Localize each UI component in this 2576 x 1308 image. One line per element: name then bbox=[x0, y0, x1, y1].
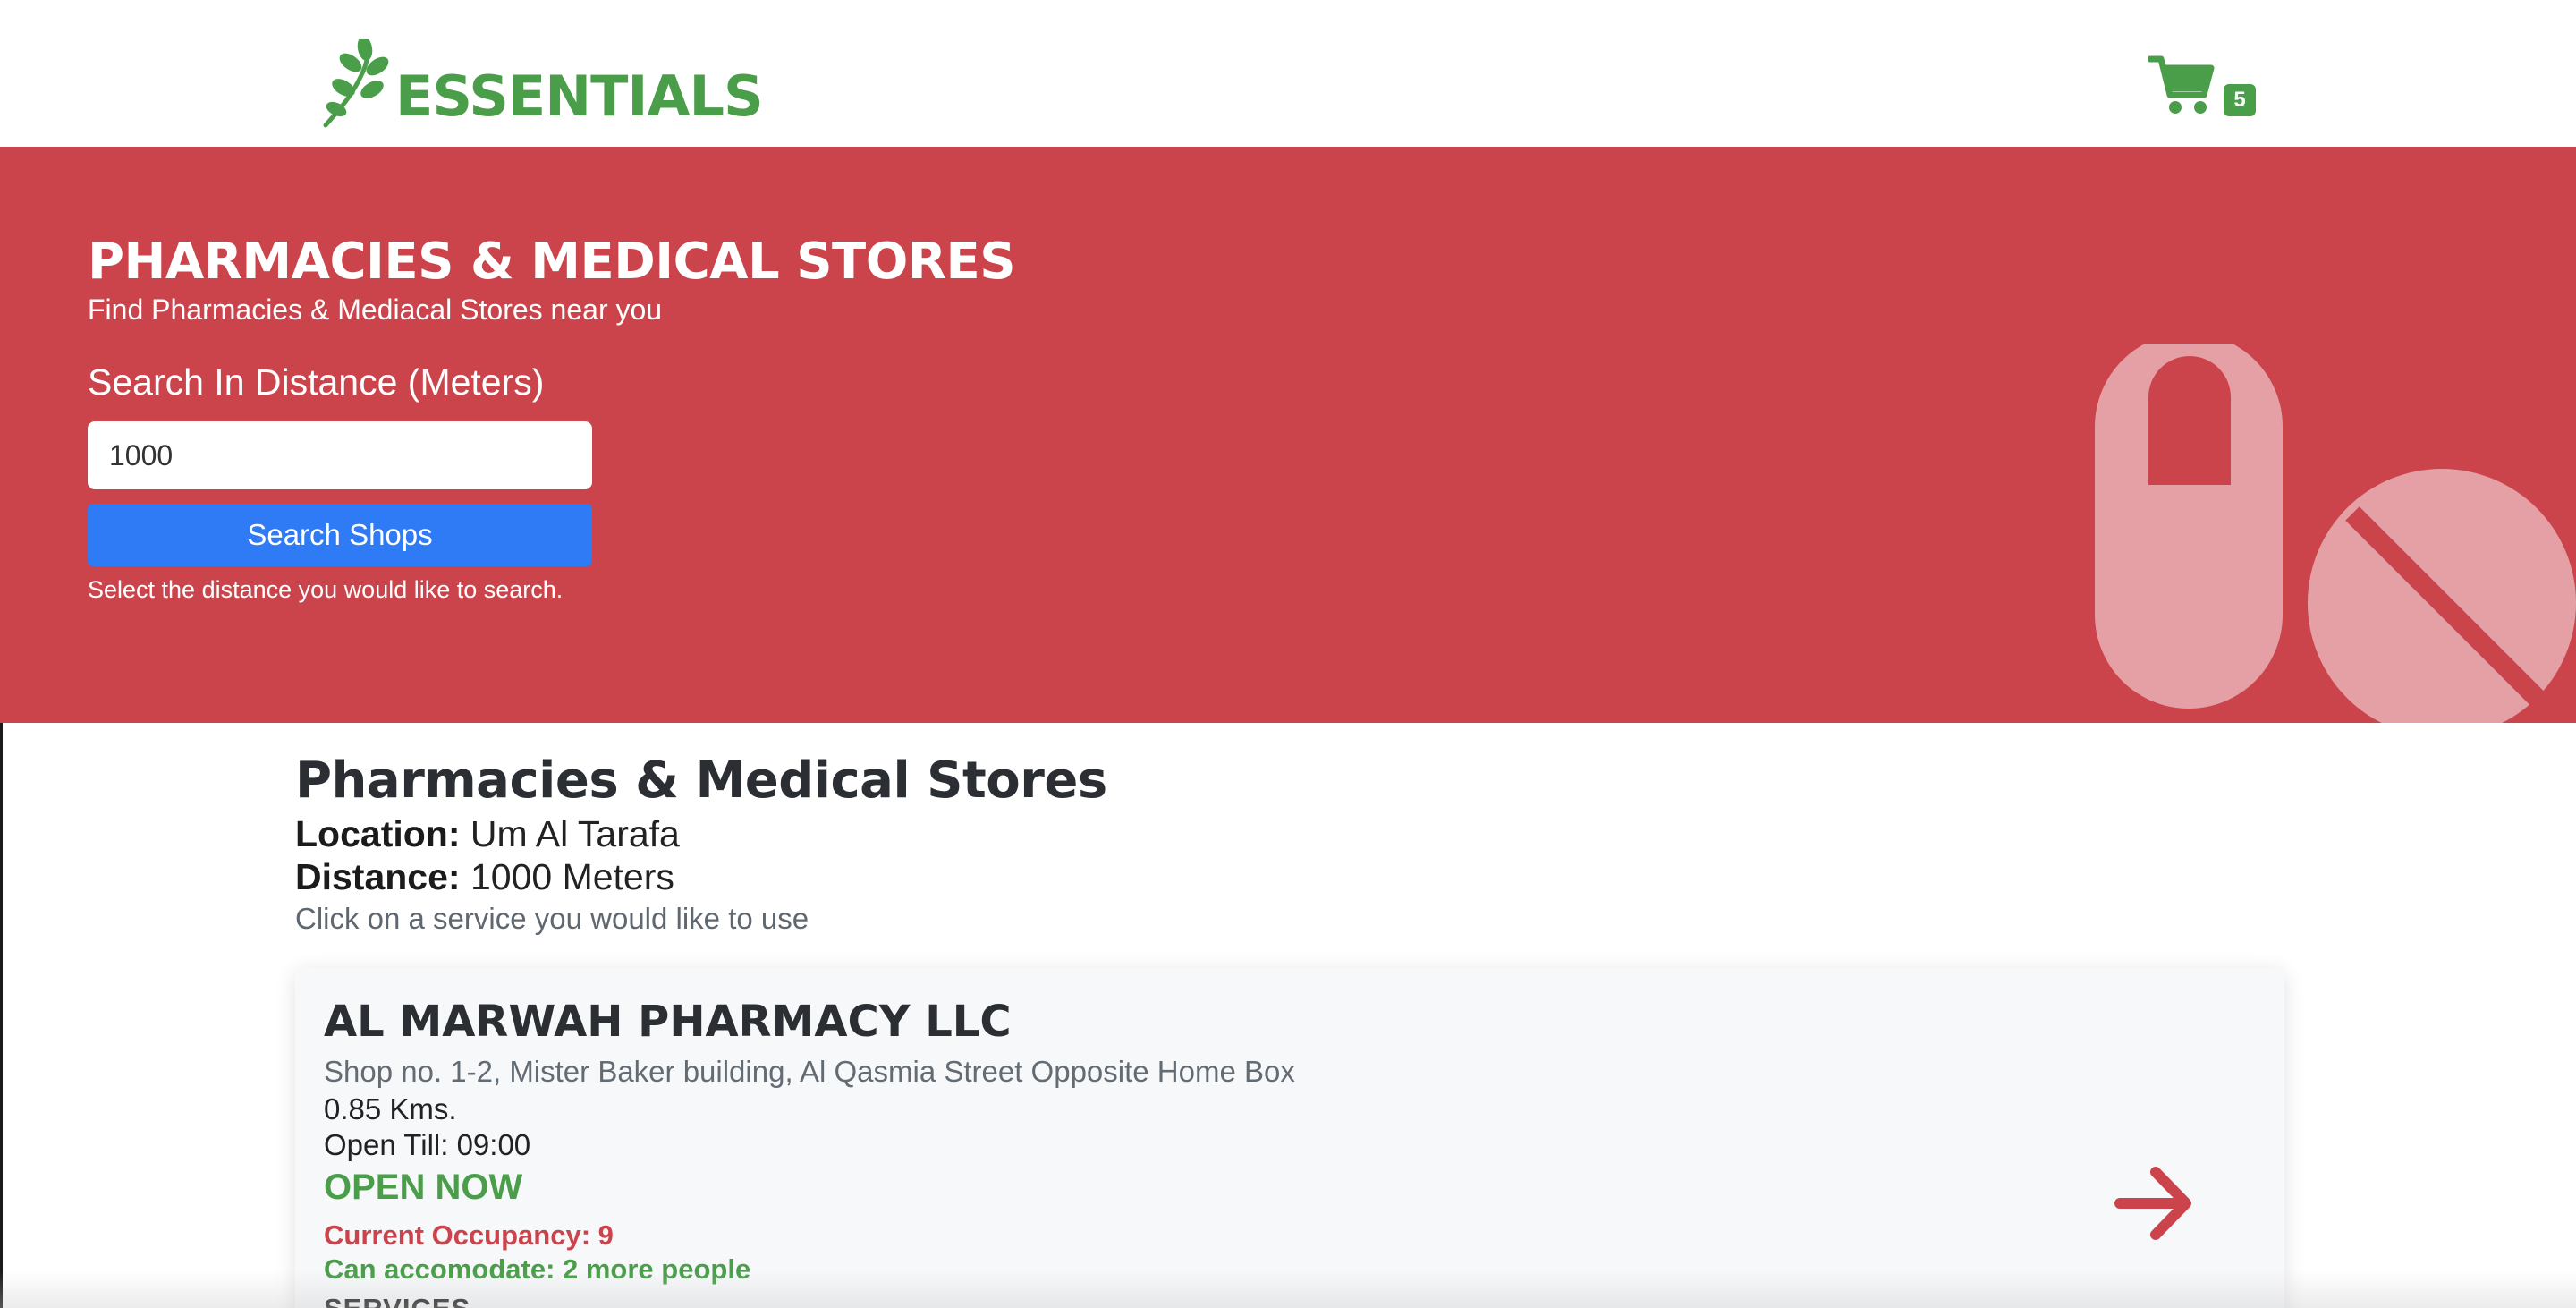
distance-input[interactable] bbox=[88, 421, 592, 489]
shop-services-heading: SERVICES bbox=[324, 1287, 2256, 1308]
results-hint: Click on a service you would like to use bbox=[295, 902, 809, 935]
distance-label-result: Distance: bbox=[295, 856, 461, 897]
results-title: Pharmacies & Medical Stores bbox=[295, 752, 1107, 810]
results-section: Pharmacies & Medical Stores Location: Um… bbox=[295, 750, 2284, 939]
shop-address: Shop no. 1-2, Mister Baker building, Al … bbox=[324, 1055, 1295, 1088]
cart-icon bbox=[2147, 55, 2215, 120]
brand-name: ESSENTIALS bbox=[395, 64, 764, 129]
pills-icon bbox=[2084, 333, 2576, 723]
location-value: Um Al Tarafa bbox=[470, 813, 680, 854]
hero-subtitle: Find Pharmacies & Mediacal Stores near y… bbox=[88, 293, 663, 326]
location-line: Location: Um Al Tarafa bbox=[295, 812, 2284, 855]
shop-capacity: Can accomodate: 2 more people bbox=[324, 1253, 751, 1285]
search-shops-button[interactable]: Search Shops bbox=[88, 504, 592, 566]
shop-distance: 0.85 Kms. bbox=[324, 1092, 457, 1125]
shop-open-till: Open Till: 09:00 bbox=[324, 1128, 531, 1161]
distance-value: 1000 Meters bbox=[470, 856, 674, 897]
distance-line: Distance: 1000 Meters bbox=[295, 855, 2284, 898]
shop-name: AL MARWAH PHARMACY LLC bbox=[324, 997, 1012, 1047]
brand-logo[interactable]: ESSENTIALS bbox=[320, 36, 764, 133]
shop-status: OPEN NOW bbox=[324, 1168, 523, 1207]
cart-button[interactable]: 5 bbox=[2147, 54, 2256, 122]
distance-label: Search In Distance (Meters) bbox=[88, 361, 545, 403]
location-label: Location: bbox=[295, 813, 461, 854]
cart-count-badge: 5 bbox=[2224, 84, 2256, 116]
leaf-icon bbox=[320, 36, 399, 133]
hero-banner: PHARMACIES & MEDICAL STORES Find Pharmac… bbox=[0, 147, 2576, 723]
arrow-right-icon[interactable] bbox=[2114, 1165, 2195, 1242]
top-header: ESSENTIALS 5 bbox=[0, 0, 2576, 147]
shop-occupancy: Current Occupancy: 9 bbox=[324, 1219, 614, 1251]
distance-help-text: Select the distance you would like to se… bbox=[88, 576, 564, 603]
shop-card[interactable]: AL MARWAH PHARMACY LLC Shop no. 1-2, Mis… bbox=[295, 968, 2284, 1308]
hero-title: PHARMACIES & MEDICAL STORES bbox=[88, 233, 1016, 291]
